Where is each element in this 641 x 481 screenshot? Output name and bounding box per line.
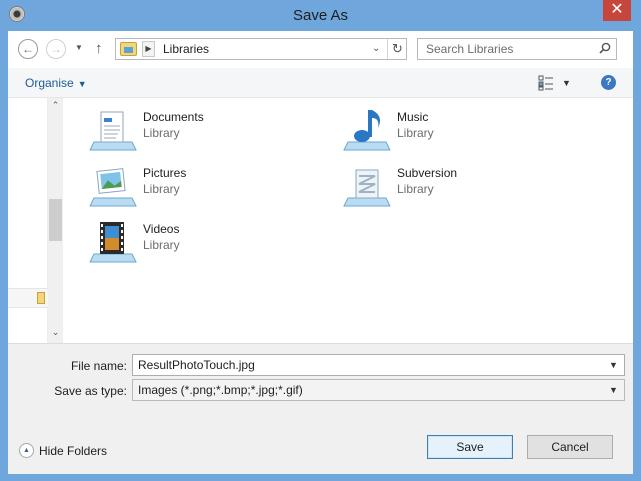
dialog-body: ← → ▼ ↑ ▶ Libraries ⌄ ↻ Organis — [8, 31, 633, 474]
chevron-down-icon[interactable]: ▼ — [609, 385, 618, 395]
file-list: Documents Library Music Library Pictures… — [63, 98, 633, 343]
library-item-subversion[interactable]: Subversion Library — [322, 160, 552, 210]
organise-menu-button[interactable]: Organise ▼ — [25, 76, 87, 90]
library-type: Library — [397, 126, 434, 140]
recent-locations-dropdown-icon[interactable]: ▼ — [75, 43, 83, 52]
library-item-music[interactable]: Music Library — [322, 104, 552, 154]
navigation-bar: ← → ▼ ↑ ▶ Libraries ⌄ ↻ — [8, 31, 633, 68]
chevron-down-icon: ▼ — [77, 79, 87, 89]
libraries-folder-icon — [120, 42, 137, 56]
library-name: Pictures — [143, 166, 187, 180]
save-as-dialog: Save As ✕ ← → ▼ ↑ ▶ Libraries ⌄ ↻ Search… — [0, 0, 641, 481]
library-name: Videos — [143, 222, 180, 236]
file-name-label: File name: — [70, 359, 127, 373]
library-type: Library — [143, 126, 180, 140]
videos-library-icon — [89, 222, 137, 263]
save-form: File name: ResultPhotoTouch.jpg ▼ Save a… — [8, 343, 633, 474]
save-as-type-label: Save as type: — [54, 384, 127, 398]
library-item-pictures[interactable]: Pictures Library — [68, 160, 298, 210]
back-arrow-icon[interactable]: ← — [18, 39, 38, 59]
breadcrumb-chevron-icon[interactable]: ▶ — [142, 41, 155, 57]
help-icon[interactable]: ? — [601, 75, 616, 90]
cancel-button[interactable]: Cancel — [527, 435, 613, 459]
forward-arrow-icon[interactable]: → — [46, 39, 66, 59]
library-item-videos[interactable]: Videos Library — [68, 216, 298, 266]
collapse-up-icon[interactable]: ▲ — [19, 443, 34, 458]
scroll-up-icon[interactable]: ⌃ — [48, 100, 63, 114]
documents-library-icon — [89, 111, 137, 151]
library-item-documents[interactable]: Documents Library — [68, 104, 298, 154]
breadcrumb-libraries[interactable]: Libraries — [163, 42, 209, 56]
search-icon[interactable] — [599, 42, 611, 54]
hide-folders-label[interactable]: Hide Folders — [39, 444, 107, 458]
organise-label: Organise — [25, 76, 74, 90]
refresh-icon[interactable]: ↻ — [387, 39, 407, 59]
scroll-thumb[interactable] — [49, 199, 62, 241]
close-button[interactable]: ✕ — [603, 0, 631, 21]
library-name: Documents — [143, 110, 204, 124]
address-dropdown-icon[interactable]: ⌄ — [372, 43, 380, 54]
library-name: Subversion — [397, 166, 458, 180]
window-bottom-border — [0, 474, 641, 481]
dialog-title: Save As — [292, 7, 349, 24]
search-input[interactable] — [418, 39, 593, 59]
library-type: Library — [143, 238, 180, 252]
title-bar: Save As ✕ — [0, 0, 641, 31]
address-bar[interactable]: ▶ Libraries ⌄ ↻ — [115, 38, 407, 60]
save-as-type-select[interactable]: Images (*.png;*.bmp;*.jpg;*.gif) ▼ — [132, 379, 625, 401]
command-toolbar: Organise ▼ ▼ ? — [8, 68, 633, 98]
library-type: Library — [143, 182, 180, 196]
file-name-field[interactable]: ResultPhotoTouch.jpg ▼ — [132, 354, 625, 376]
up-arrow-icon[interactable]: ↑ — [95, 40, 103, 57]
navigation-pane — [8, 98, 48, 343]
library-name: Music — [397, 110, 429, 124]
scroll-down-icon[interactable]: ⌄ — [48, 327, 63, 341]
search-box[interactable] — [417, 38, 617, 60]
music-library-icon — [343, 110, 391, 151]
save-as-type-value[interactable]: Images (*.png;*.bmp;*.jpg;*.gif) — [138, 383, 303, 397]
chevron-down-icon[interactable]: ▼ — [609, 360, 618, 370]
file-name-value[interactable]: ResultPhotoTouch.jpg — [138, 358, 255, 372]
save-button[interactable]: Save — [427, 435, 513, 459]
libraries-folder-icon — [37, 292, 45, 304]
change-view-icon[interactable] — [538, 75, 554, 91]
view-options-dropdown-icon[interactable]: ▼ — [562, 78, 571, 88]
subversion-library-icon — [343, 169, 391, 207]
pictures-library-icon — [89, 168, 137, 207]
navigation-pane-scrollbar[interactable]: ⌃ ⌄ — [48, 98, 63, 343]
library-type: Library — [397, 182, 434, 196]
